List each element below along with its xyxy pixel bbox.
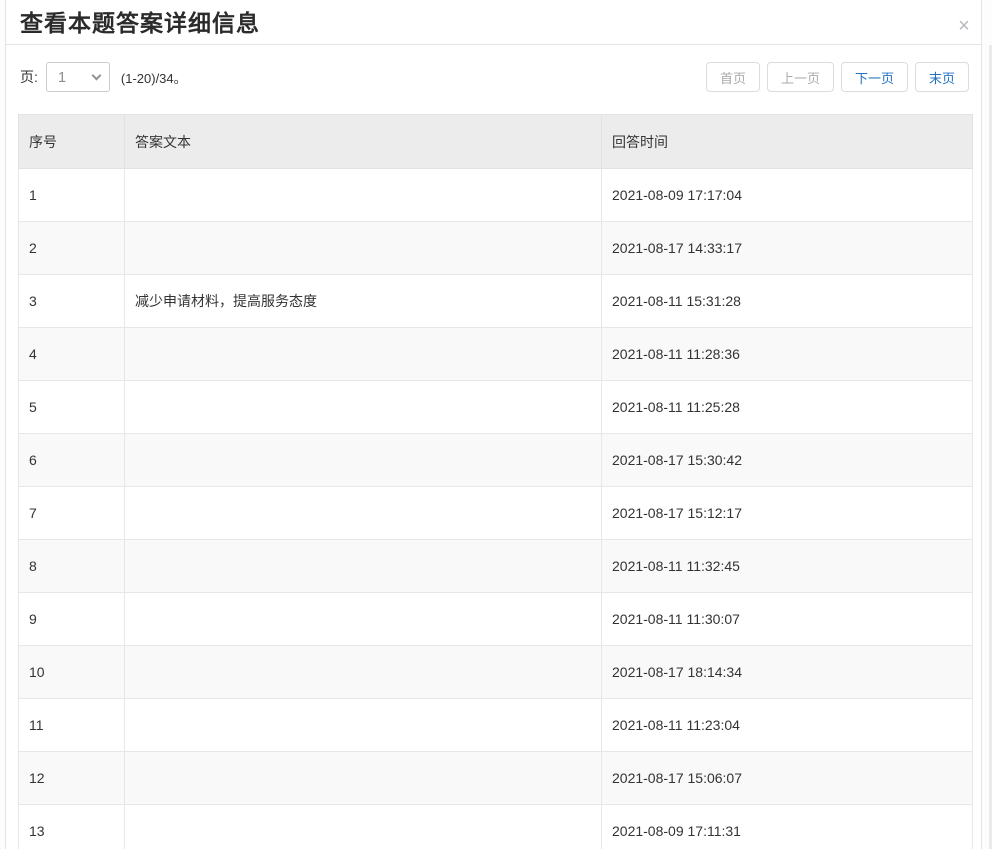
cell-answer-text — [124, 380, 602, 434]
pagination-buttons: 首页 上一页 下一页 末页 — [705, 62, 969, 92]
page-select-wrap: 1 — [45, 62, 110, 92]
cell-answer-time: 2021-08-17 15:06:07 — [601, 751, 973, 805]
table-row: 10 2021-08-17 18:14:34 — [18, 645, 973, 699]
cell-index: 3 — [18, 274, 125, 328]
cell-answer-time: 2021-08-09 17:17:04 — [601, 168, 973, 222]
answer-details-modal: 查看本题答案详细信息 × 页: 1 (1-20)/34。 首页 上一页 下一页 … — [5, 0, 982, 849]
cell-answer-text — [124, 645, 602, 699]
first-page-button[interactable]: 首页 — [705, 62, 760, 92]
cell-index: 12 — [18, 751, 125, 805]
cell-answer-time: 2021-08-11 11:25:28 — [601, 380, 973, 434]
cell-index: 5 — [18, 380, 125, 434]
cell-answer-text — [124, 592, 602, 646]
table-header: 序号 答案文本 回答时间 — [18, 114, 973, 169]
table-row: 13 2021-08-09 17:11:31 — [18, 804, 973, 849]
cell-answer-text — [124, 327, 602, 381]
cell-index: 7 — [18, 486, 125, 540]
page-select[interactable]: 1 — [45, 62, 110, 92]
cell-answer-time: 2021-08-17 15:30:42 — [601, 433, 973, 487]
column-header-answer-text: 答案文本 — [124, 114, 602, 169]
page-select-label: 页: — [20, 69, 38, 85]
cell-answer-text — [124, 698, 602, 752]
cell-answer-time: 2021-08-09 17:11:31 — [601, 804, 973, 849]
cell-answer-text — [124, 486, 602, 540]
prev-page-button[interactable]: 上一页 — [766, 62, 834, 92]
cell-answer-text: 减少申请材料，提高服务态度 — [124, 274, 602, 328]
table-body: 1 2021-08-09 17:17:04 2 2021-08-17 14:33… — [18, 168, 973, 849]
table-row: 4 2021-08-11 11:28:36 — [18, 327, 973, 381]
table-row: 9 2021-08-11 11:30:07 — [18, 592, 973, 646]
table-row: 3 减少申请材料，提高服务态度 2021-08-11 15:31:28 — [18, 274, 973, 328]
cell-index: 11 — [18, 698, 125, 752]
cell-answer-time: 2021-08-17 14:33:17 — [601, 221, 973, 275]
cell-answer-time: 2021-08-11 11:23:04 — [601, 698, 973, 752]
modal-header: 查看本题答案详细信息 × — [6, 0, 981, 45]
cell-answer-text — [124, 751, 602, 805]
page-range-text: (1-20)/34。 — [120, 70, 187, 86]
answers-table: 序号 答案文本 回答时间 1 2021-08-09 17:17:04 2 202… — [18, 114, 973, 849]
table-row: 12 2021-08-17 15:06:07 — [18, 751, 973, 805]
cell-answer-time: 2021-08-11 11:28:36 — [601, 327, 973, 381]
cell-answer-text — [124, 804, 602, 849]
cell-answer-text — [124, 221, 602, 275]
cell-answer-text — [124, 433, 602, 487]
cell-index: 9 — [18, 592, 125, 646]
cell-answer-time: 2021-08-17 15:12:17 — [601, 486, 973, 540]
modal-title: 查看本题答案详细信息 — [20, 10, 260, 36]
cell-index: 8 — [18, 539, 125, 593]
page-background: 查看本题答案详细信息 × 页: 1 (1-20)/34。 首页 上一页 下一页 … — [0, 0, 992, 849]
cell-answer-time: 2021-08-11 11:30:07 — [601, 592, 973, 646]
table-row: 7 2021-08-17 15:12:17 — [18, 486, 973, 540]
table-row: 8 2021-08-11 11:32:45 — [18, 539, 973, 593]
table-row: 1 2021-08-09 17:17:04 — [18, 168, 973, 222]
cell-index: 13 — [18, 804, 125, 849]
cell-index: 6 — [18, 433, 125, 487]
close-icon[interactable]: × — [953, 15, 975, 37]
page-selector-group: 页: 1 (1-20)/34。 — [20, 62, 187, 92]
table-row: 11 2021-08-11 11:23:04 — [18, 698, 973, 752]
cell-index: 4 — [18, 327, 125, 381]
cell-answer-text — [124, 539, 602, 593]
column-header-index: 序号 — [18, 114, 125, 169]
cell-answer-text — [124, 168, 602, 222]
table-row: 5 2021-08-11 11:25:28 — [18, 380, 973, 434]
table-row: 6 2021-08-17 15:30:42 — [18, 433, 973, 487]
cell-index: 10 — [18, 645, 125, 699]
table-header-row: 序号 答案文本 回答时间 — [18, 114, 973, 169]
table-row: 2 2021-08-17 14:33:17 — [18, 221, 973, 275]
cell-index: 1 — [18, 168, 125, 222]
pager-bar: 页: 1 (1-20)/34。 首页 上一页 下一页 末页 — [6, 45, 981, 92]
cell-answer-time: 2021-08-17 18:14:34 — [601, 645, 973, 699]
next-page-button[interactable]: 下一页 — [840, 62, 908, 92]
last-page-button[interactable]: 末页 — [914, 62, 969, 92]
column-header-answer-time: 回答时间 — [601, 114, 973, 169]
cell-index: 2 — [18, 221, 125, 275]
cell-answer-time: 2021-08-11 15:31:28 — [601, 274, 973, 328]
cell-answer-time: 2021-08-11 11:32:45 — [601, 539, 973, 593]
